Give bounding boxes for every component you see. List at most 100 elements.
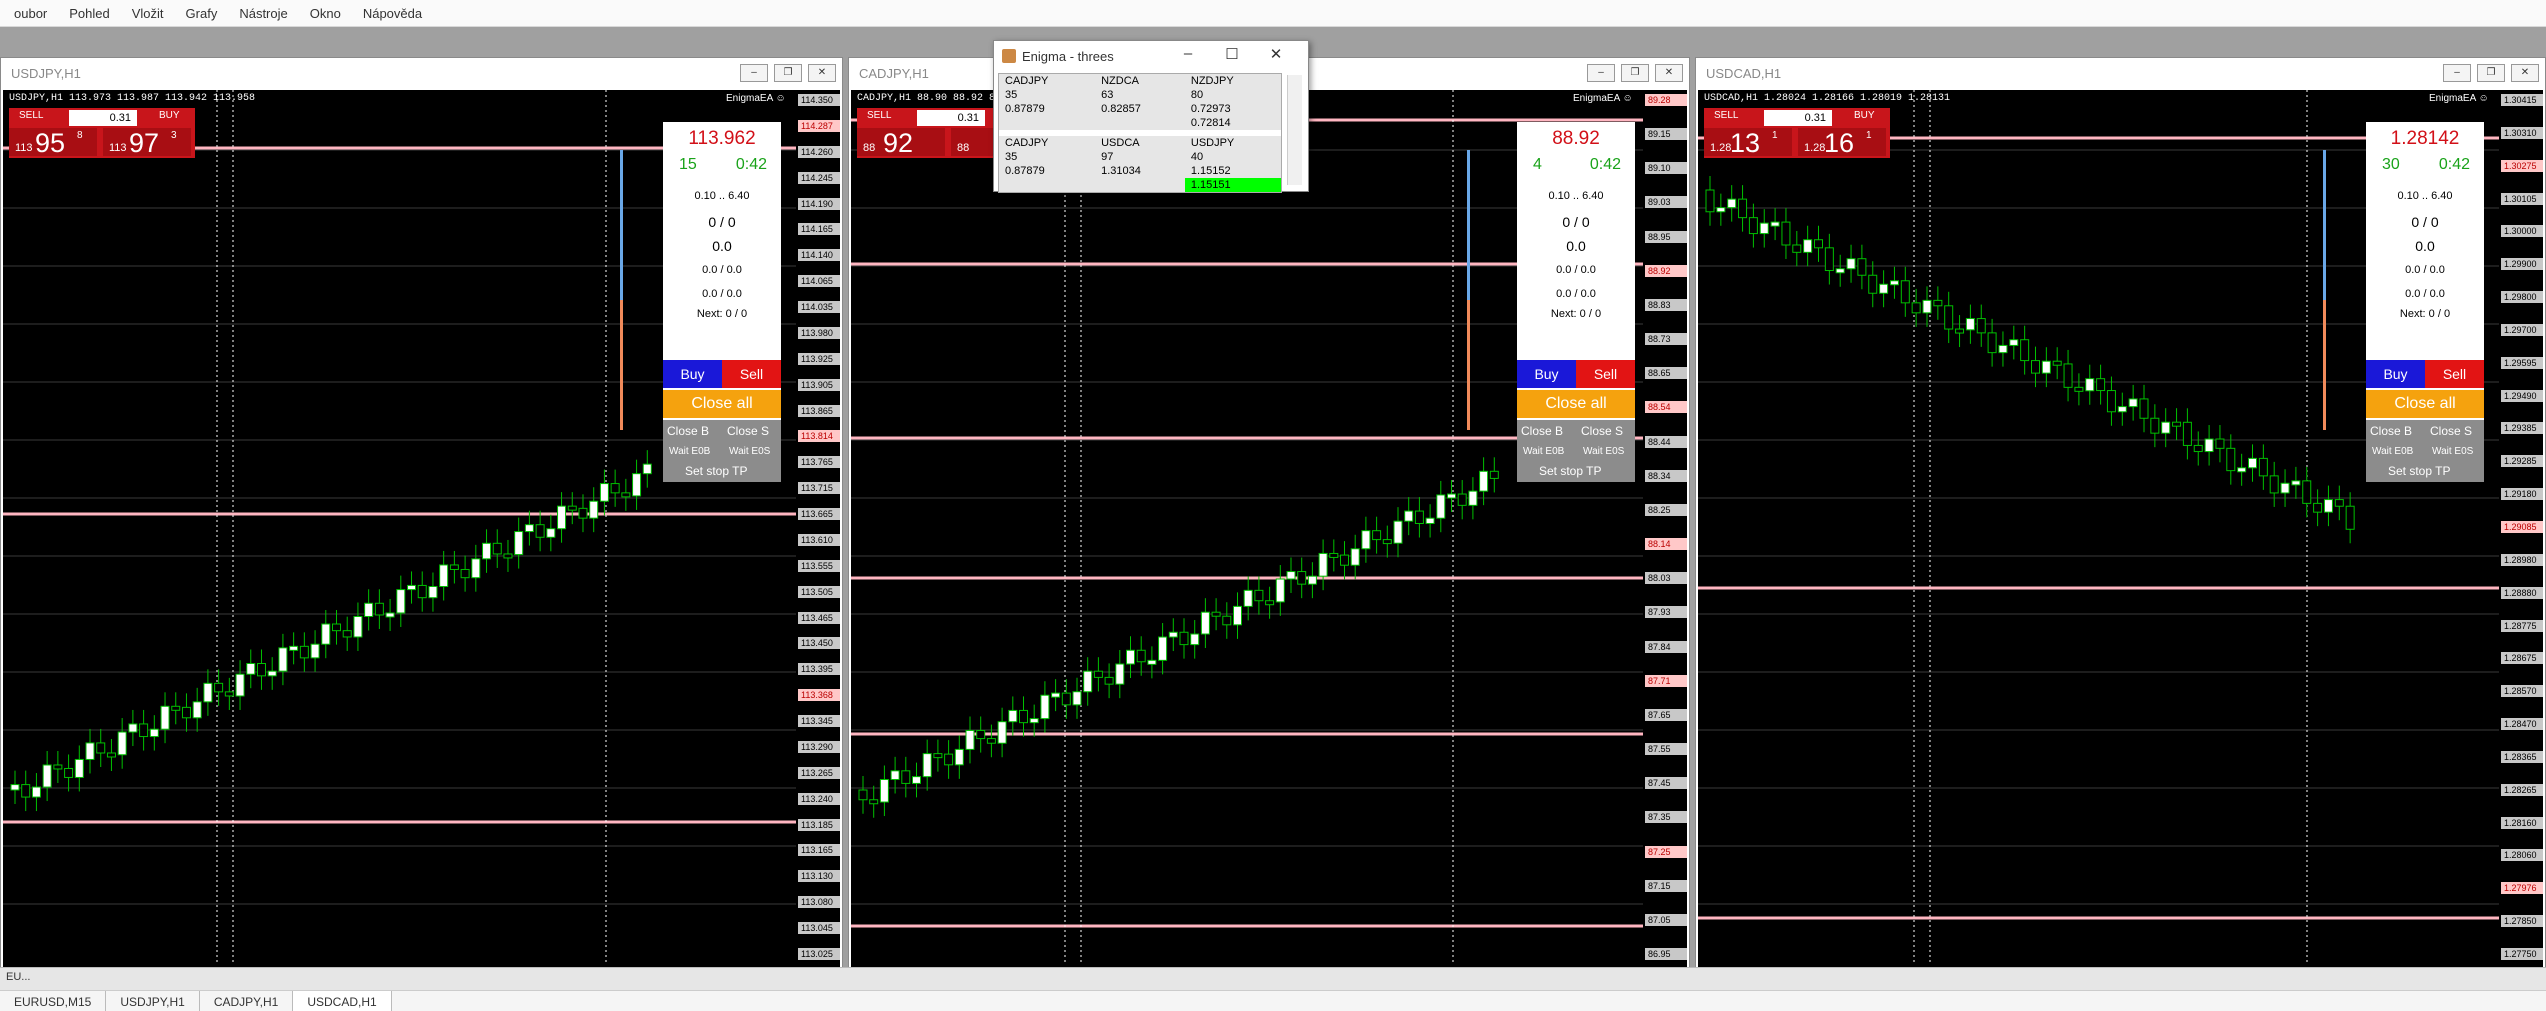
candle <box>2345 505 2355 530</box>
chart-tab[interactable]: USDJPY,H1 <box>106 991 200 1011</box>
panel-next: Next: 0 / 0 <box>2399 308 2451 320</box>
minimize-icon[interactable]: – <box>2443 64 2471 82</box>
close-icon[interactable]: ✕ <box>1655 64 1683 82</box>
panel-buy-button[interactable]: Buy <box>1517 360 1576 388</box>
menu-item[interactable]: Nástroje <box>239 6 287 21</box>
price-chart[interactable]: USDCAD,H1 1.28024 1.28166 1.28019 1.2813… <box>1698 90 2543 982</box>
candle <box>428 586 438 599</box>
wait-e0b-button[interactable]: Wait E0B <box>669 446 710 457</box>
maximize-icon[interactable]: ☐ <box>1210 45 1254 63</box>
window-titlebar[interactable]: USDCAD,H1 – ❐ ✕ <box>1696 58 2545 88</box>
restore-icon[interactable]: ❐ <box>774 64 802 82</box>
buy-label[interactable]: BUY <box>1854 110 1875 121</box>
price-scale-label: 88.95 <box>1645 231 1687 243</box>
close-icon[interactable]: ✕ <box>2511 64 2539 82</box>
wait-e0b-button[interactable]: Wait E0B <box>1523 446 1564 457</box>
candle <box>1846 258 1856 270</box>
popup-scrollbar[interactable] <box>1287 75 1302 185</box>
lot-input[interactable]: 0.31 <box>917 110 985 126</box>
price-chart[interactable]: CADJPY,H1 88.90 88.92 88.88 88.92 EnigmaE… <box>851 90 1687 982</box>
menu-item[interactable]: Grafy <box>186 6 218 21</box>
set-stop-tp-button[interactable]: Set stop TP <box>1539 464 1601 478</box>
close-sell-button[interactable]: Close S <box>1581 424 1623 438</box>
menu-item[interactable]: Pohled <box>69 6 109 21</box>
candle <box>2313 502 2323 513</box>
panel-sell-button[interactable]: Sell <box>1576 360 1635 388</box>
chart-tab[interactable]: CADJPY,H1 <box>200 991 294 1011</box>
close-all-button[interactable]: Close all <box>1517 390 1635 418</box>
sell-price-button[interactable]: 88 92 <box>857 128 945 158</box>
restore-icon[interactable]: ❐ <box>1621 64 1649 82</box>
menu-item[interactable]: Nápověda <box>363 6 422 21</box>
candle <box>524 524 534 533</box>
candle <box>1147 659 1157 665</box>
one-click-trading[interactable]: SELL 0.31 BUY 113 95 8 113 97 3 <box>9 108 195 158</box>
minimized-window-label[interactable]: EU... <box>6 971 30 983</box>
panel-sell-button[interactable]: Sell <box>2425 360 2484 388</box>
one-click-trading[interactable]: SELL 0.31 BUY 1.28 13 1 1.28 16 1 <box>1704 108 1890 158</box>
set-stop-tp-button[interactable]: Set stop TP <box>2388 464 2450 478</box>
grid-cell: 0.82857 <box>1101 103 1141 115</box>
candle <box>858 789 868 801</box>
chart-window[interactable]: USDJPY,H1 – ❐ ✕ USDJPY,H1 113.973 113.987 11… <box>0 57 843 985</box>
menu-item[interactable]: Okno <box>310 6 341 21</box>
sell-price-button[interactable]: 113 95 8 <box>9 128 97 158</box>
panel-sell-button[interactable]: Sell <box>722 360 781 388</box>
buy-price-button[interactable]: 1.28 16 1 <box>1798 128 1886 158</box>
candle <box>2258 457 2268 477</box>
candle <box>1243 589 1253 607</box>
sell-label[interactable]: SELL <box>867 110 891 121</box>
candle <box>1200 611 1210 635</box>
buy-label[interactable]: BUY <box>159 110 180 121</box>
wait-e0s-button[interactable]: Wait E0S <box>2432 446 2473 457</box>
close-icon[interactable]: ✕ <box>808 64 836 82</box>
panel-l2: 0.0 <box>712 238 732 254</box>
close-sell-button[interactable]: Close S <box>727 424 769 438</box>
sell-price-button[interactable]: 1.28 13 1 <box>1704 128 1792 158</box>
candle <box>2139 398 2149 419</box>
price-scale-label: 1.29595 <box>2501 357 2543 369</box>
sell-label[interactable]: SELL <box>1714 110 1738 121</box>
buy-price-button[interactable]: 113 97 3 <box>103 128 191 158</box>
close-buy-button[interactable]: Close B <box>2370 424 2412 438</box>
lot-input[interactable]: 0.31 <box>1764 110 1832 126</box>
chart-window[interactable]: USDCAD,H1 – ❐ ✕ USDCAD,H1 1.28024 1.28166 1.… <box>1695 57 2546 985</box>
price-scale-label: 1.28470 <box>2501 718 2543 730</box>
candle <box>1372 530 1382 541</box>
close-icon[interactable]: ✕ <box>1254 45 1298 63</box>
close-buy-button[interactable]: Close B <box>1521 424 1563 438</box>
window-titlebar[interactable]: USDJPY,H1 – ❐ ✕ <box>1 58 842 88</box>
price-scale-label: 86.95 <box>1645 948 1687 960</box>
panel-price: 88.92 <box>1552 128 1600 149</box>
ea-label: EnigmaEA ☺ <box>1573 93 1633 104</box>
close-all-button[interactable]: Close all <box>2366 390 2484 418</box>
minimize-icon[interactable]: – <box>1166 45 1210 63</box>
sell-label[interactable]: SELL <box>19 110 43 121</box>
panel-buy-button[interactable]: Buy <box>663 360 722 388</box>
wait-e0s-button[interactable]: Wait E0S <box>729 446 770 457</box>
close-all-button[interactable]: Close all <box>663 390 781 418</box>
set-stop-tp-button[interactable]: Set stop TP <box>685 464 747 478</box>
enigma-popup[interactable]: Enigma - threes – ☐ ✕ CADJPY NZDCA NZDJP… <box>993 40 1309 193</box>
wait-e0b-button[interactable]: Wait E0B <box>2372 446 2413 457</box>
candle <box>1233 605 1242 626</box>
candle <box>976 729 986 740</box>
chart-tab[interactable]: USDCAD,H1 <box>293 991 392 1011</box>
menu-item[interactable]: Vložit <box>132 6 164 21</box>
lot-input[interactable]: 0.31 <box>69 110 137 126</box>
price-chart[interactable]: USDJPY,H1 113.973 113.987 113.942 113.95… <box>3 90 840 982</box>
minimize-icon[interactable]: – <box>1587 64 1615 82</box>
price-scale-label: 1.28365 <box>2501 751 2543 763</box>
candle <box>2161 421 2171 434</box>
close-buy-button[interactable]: Close B <box>667 424 709 438</box>
close-sell-button[interactable]: Close S <box>2430 424 2472 438</box>
menu-item[interactable]: oubor <box>14 6 47 21</box>
chart-tab[interactable]: EURUSD,M15 <box>0 991 107 1011</box>
chart-window[interactable]: CADJPY,H1 – ❐ ✕ CADJPY,H1 88.90 88.92 88.88 … <box>848 57 1690 985</box>
window-title: USDCAD,H1 <box>1706 66 1782 81</box>
wait-e0s-button[interactable]: Wait E0S <box>1583 446 1624 457</box>
restore-icon[interactable]: ❐ <box>2477 64 2505 82</box>
minimize-icon[interactable]: – <box>740 64 768 82</box>
panel-buy-button[interactable]: Buy <box>2366 360 2425 388</box>
price-scale-label: 113.185 <box>798 819 840 831</box>
